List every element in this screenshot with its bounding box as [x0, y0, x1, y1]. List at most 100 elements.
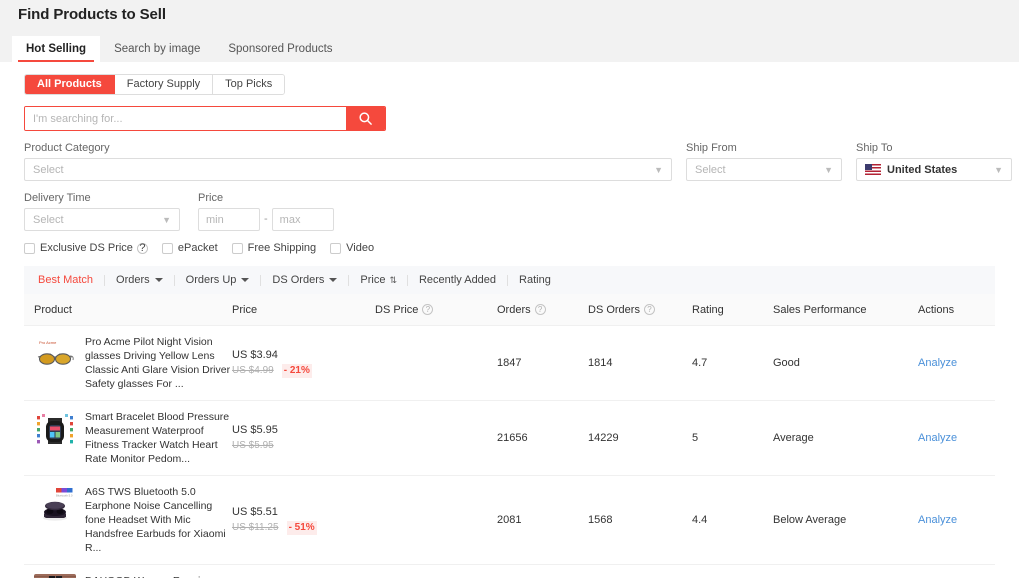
sort-recently-added[interactable]: Recently Added	[408, 274, 507, 286]
table-row[interactable]: Bluetooth 5.0 A6S TWS Bluetooth 5.0 Earp…	[24, 476, 995, 565]
page-header: Find Products to Sell	[0, 0, 1019, 36]
price-cell: US $5.51 US $11.25 - 51%	[232, 505, 375, 535]
price-min-input[interactable]	[198, 208, 260, 231]
tab-sponsored-products-label: Sponsored Products	[228, 43, 333, 55]
checkbox-epacket[interactable]: ePacket	[161, 242, 218, 254]
ds-orders-cell: 1568	[588, 514, 613, 526]
column-header-actions: Actions	[918, 304, 988, 316]
product-category-select[interactable]: Select ▼	[24, 158, 672, 181]
checkbox-free-shipping[interactable]: Free Shipping	[231, 242, 317, 254]
price-range-inputs: -	[198, 208, 334, 231]
tab-search-by-image[interactable]: Search by image	[100, 36, 214, 62]
checkbox-epacket-label: ePacket	[177, 242, 218, 254]
filter-delivery-time: Delivery Time Select ▼	[24, 192, 180, 231]
chevron-down-icon	[241, 278, 250, 282]
help-icon[interactable]: ?	[422, 304, 434, 315]
sort-rating-label: Rating	[519, 274, 551, 286]
ship-to-select[interactable]: United States ▼	[856, 158, 1012, 181]
ship-from-select[interactable]: Select ▼	[686, 158, 842, 181]
actions-cell: Analyze	[918, 514, 988, 526]
current-price: US $5.51	[232, 506, 278, 518]
delivery-time-label: Delivery Time	[24, 192, 91, 204]
earbuds-thumbnail[interactable]: Bluetooth 5.0	[34, 485, 76, 527]
table-row[interactable]: DAHOOD Women Running Walking Shoes Hot A…	[24, 565, 995, 578]
analyze-link[interactable]: Analyze	[918, 357, 957, 369]
product-category-label: Product Category	[24, 142, 110, 154]
search-bar	[24, 106, 386, 131]
rating-cell: 5	[692, 432, 699, 444]
sort-rating[interactable]: Rating	[508, 274, 562, 286]
column-header-actions-label: Actions	[918, 303, 955, 316]
svg-text:Bluetooth 5.0: Bluetooth 5.0	[56, 494, 73, 498]
column-header-ds-orders-label: DS Orders	[588, 303, 640, 316]
product-title[interactable]: Pro Acme Pilot Night Vision glasses Driv…	[85, 335, 232, 391]
delivery-time-select[interactable]: Select ▼	[24, 208, 180, 231]
product-title[interactable]: A6S TWS Bluetooth 5.0 Earphone Noise Can…	[85, 485, 232, 555]
search-input[interactable]	[25, 107, 346, 130]
sort-ds-orders[interactable]: DS Orders	[261, 274, 348, 286]
price-cell: US $3.94 US $4.99 - 21%	[232, 348, 375, 378]
filter-checkbox-row: Exclusive DS Price ? ePacket Free Shippi…	[24, 242, 995, 254]
sort-bar: Best Match Orders Orders Up DS Orders Pr…	[24, 266, 995, 294]
table-row[interactable]: Smart Bracelet Blood Pressure Measuremen…	[24, 401, 995, 476]
sales-performance-cell: Good	[773, 357, 800, 369]
ds-orders-cell: 1814	[588, 357, 613, 369]
sort-price-label: Price	[360, 274, 386, 286]
segment-top-picks[interactable]: Top Picks	[213, 75, 285, 94]
sort-recently-added-label: Recently Added	[418, 274, 497, 286]
tab-sponsored-products[interactable]: Sponsored Products	[214, 36, 346, 62]
product-cell: Bluetooth 5.0 A6S TWS Bluetooth 5.0 Earp…	[24, 476, 232, 564]
help-icon[interactable]: ?	[643, 304, 655, 315]
price-max-input[interactable]	[271, 208, 334, 231]
sort-orders-label: Orders	[116, 274, 150, 286]
filter-row-1: Product Category Select ▼ Ship From Sele…	[24, 142, 1012, 181]
segment-factory-supply-label: Factory Supply	[126, 78, 201, 90]
rating-cell: 4.7	[692, 357, 708, 369]
analyze-link[interactable]: Analyze	[918, 514, 957, 526]
help-icon[interactable]: ?	[136, 242, 148, 254]
product-title[interactable]: Smart Bracelet Blood Pressure Measuremen…	[85, 410, 232, 466]
page-title: Find Products to Sell	[18, 6, 166, 23]
sort-best-match-label: Best Match	[38, 274, 94, 286]
checkbox-video-label: Video	[346, 242, 375, 254]
chevron-down-icon: ▼	[994, 164, 1003, 175]
checkbox-exclusive-ds-price[interactable]: Exclusive DS Price ?	[24, 242, 148, 254]
tab-hot-selling[interactable]: Hot Selling	[12, 36, 101, 62]
sort-price[interactable]: Price ⇅	[349, 274, 407, 286]
product-cell: DAHOOD Women Running Walking Shoes Hot A…	[24, 565, 232, 578]
search-button[interactable]	[346, 107, 385, 130]
smartwatch-thumbnail[interactable]	[34, 410, 76, 452]
checkbox-video[interactable]: Video	[330, 242, 374, 254]
sales-performance-cell: Below Average	[773, 514, 847, 526]
filter-row-2: Delivery Time Select ▼ Price -	[24, 192, 995, 231]
sort-orders[interactable]: Orders	[105, 274, 174, 286]
segment-all-products[interactable]: All Products	[25, 75, 115, 94]
original-price: US $4.99	[232, 365, 274, 376]
column-header-price-label: Price	[232, 303, 258, 316]
checkbox-free-shipping-label: Free Shipping	[247, 242, 317, 254]
tab-search-by-image-label: Search by image	[114, 43, 201, 55]
column-header-product: Product	[24, 304, 232, 316]
product-cell: Pro Acme Pro Acme Pilot Night Vision gla…	[24, 326, 232, 400]
search-icon	[359, 112, 372, 125]
sunglasses-thumbnail[interactable]: Pro Acme	[34, 335, 76, 377]
column-header-rating-label: Rating	[692, 303, 724, 316]
sort-orders-up[interactable]: Orders Up	[175, 274, 261, 286]
chevron-down-icon: ▼	[824, 164, 833, 175]
filter-ship-to: Ship To United States ▼	[856, 142, 1012, 181]
product-title[interactable]: DAHOOD Women Running Walking Shoes Hot A…	[85, 574, 232, 578]
table-row[interactable]: Pro Acme Pro Acme Pilot Night Vision gla…	[24, 326, 995, 401]
segment-factory-supply[interactable]: Factory Supply	[114, 75, 214, 94]
column-header-sales-performance: Sales Performance	[773, 304, 918, 316]
ship-from-label: Ship From	[686, 142, 737, 154]
price-cell: US $5.95 US $5.95	[232, 423, 375, 453]
actions-cell: Analyze	[918, 357, 988, 369]
help-icon[interactable]: ?	[534, 304, 546, 315]
analyze-link[interactable]: Analyze	[918, 432, 957, 444]
chevron-down-icon	[154, 278, 163, 282]
sort-best-match[interactable]: Best Match	[38, 274, 104, 286]
column-header-ds-orders: DS Orders ?	[588, 304, 692, 316]
sneakers-thumbnail[interactable]	[34, 574, 76, 578]
column-header-price: Price	[232, 304, 375, 316]
orders-cell: 2081	[497, 514, 522, 526]
